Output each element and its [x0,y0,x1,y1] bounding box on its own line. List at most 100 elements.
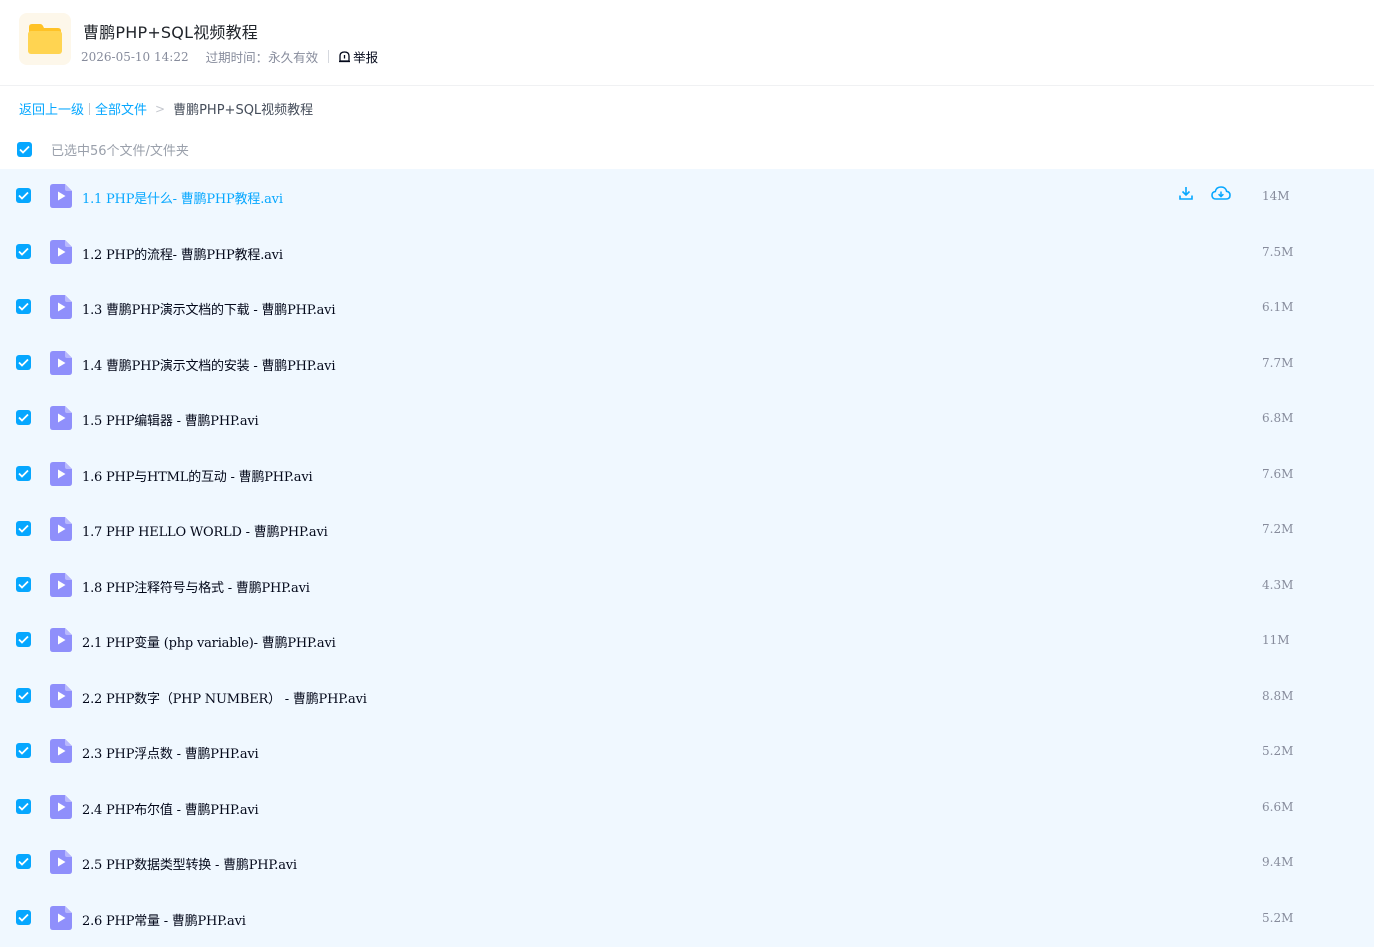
breadcrumb-back-link[interactable]: 返回上一级 [19,99,84,118]
file-name[interactable]: 1.2 PHP的流程- 曹鹏PHP教程.avi [82,244,283,263]
file-size: 7.2M [1262,522,1294,536]
video-file-icon [50,906,72,930]
file-name[interactable]: 2.3 PHP浮点数 - 曹鹏PHP.avi [82,743,259,762]
file-size: 14M [1262,189,1290,203]
file-row[interactable]: 1.5 PHP编辑器 - 曹鹏PHP.avi 6.8M [0,391,1374,446]
breadcrumb-current: 曹鹏PHP+SQL视频教程 [173,103,314,118]
file-row[interactable]: 1.6 PHP与HTML的互动 - 曹鹏PHP.avi 7.6M [0,447,1374,502]
file-checkbox[interactable] [16,577,31,592]
checkmark-icon [18,358,29,367]
file-name[interactable]: 2.4 PHP布尔值 - 曹鹏PHP.avi [82,799,259,818]
file-row[interactable]: 1.8 PHP注释符号与格式 - 曹鹏PHP.avi 4.3M [0,558,1374,613]
video-file-icon [50,517,72,541]
video-file-icon [50,684,72,708]
checkmark-icon [18,413,29,422]
video-file-icon [50,795,72,819]
file-name[interactable]: 1.3 曹鹏PHP演示文档的下载 - 曹鹏PHP.avi [82,299,335,318]
breadcrumb-chevron-icon: > [155,101,166,116]
download-icon[interactable] [1178,185,1194,205]
file-name[interactable]: 1.1 PHP是什么- 曹鹏PHP教程.avi [82,188,283,207]
file-checkbox[interactable] [16,743,31,758]
checkmark-icon [18,746,29,755]
folder-icon [19,13,71,65]
file-checkbox[interactable] [16,854,31,869]
file-checkbox[interactable] [16,799,31,814]
file-row[interactable]: 2.1 PHP变量 (php variable)- 曹鹏PHP.avi 11M [0,613,1374,668]
video-file-icon [50,184,72,208]
file-checkbox[interactable] [16,688,31,703]
share-header: 曹鹏PHP+SQL视频教程 2026-05-10 14:22 过期时间：永久有效… [0,0,1374,86]
report-icon [339,51,351,63]
file-name[interactable]: 1.4 曹鹏PHP演示文档的安装 - 曹鹏PHP.avi [82,355,335,374]
file-row[interactable]: 1.1 PHP是什么- 曹鹏PHP教程.avi 14M [0,169,1374,224]
checkmark-icon [18,635,29,644]
report-button[interactable]: 举报 [338,47,378,66]
selection-count: 已选中56个文件/文件夹 [51,144,189,159]
share-date: 2026-05-10 14:22 [81,49,189,64]
file-row[interactable]: 1.7 PHP HELLO WORLD - 曹鹏PHP.avi 7.2M [0,502,1374,557]
file-size: 5.2M [1262,911,1294,925]
file-name[interactable]: 2.2 PHP数字（PHP NUMBER） - 曹鹏PHP.avi [82,688,367,707]
checkmark-icon [18,913,29,922]
file-checkbox[interactable] [16,355,31,370]
file-size: 7.5M [1262,245,1294,259]
file-checkbox[interactable] [16,466,31,481]
file-size: 6.6M [1262,800,1294,814]
file-checkbox[interactable] [16,244,31,259]
file-checkbox[interactable] [16,632,31,647]
breadcrumb-all-files-link[interactable]: 全部文件 [95,99,147,118]
checkmark-icon [18,691,29,700]
file-name[interactable]: 2.1 PHP变量 (php variable)- 曹鹏PHP.avi [82,632,336,651]
file-checkbox[interactable] [16,299,31,314]
file-size: 4.3M [1262,578,1294,592]
video-file-icon [50,462,72,486]
file-checkbox[interactable] [16,521,31,536]
select-all-bar: 已选中56个文件/文件夹 [17,140,189,159]
file-size: 8.8M [1262,689,1294,703]
expire-time: 过期时间：永久有效 [205,50,319,65]
video-file-icon [50,406,72,430]
file-size: 7.6M [1262,467,1294,481]
file-checkbox[interactable] [16,188,31,203]
checkmark-icon [18,191,29,200]
breadcrumb: 返回上一级 全部文件 > 曹鹏PHP+SQL视频教程 [19,99,314,119]
video-file-icon [50,850,72,874]
file-size: 6.1M [1262,300,1294,314]
breadcrumb-divider [89,102,91,115]
file-checkbox[interactable] [16,410,31,425]
checkmark-icon [18,857,29,866]
file-name[interactable]: 1.8 PHP注释符号与格式 - 曹鹏PHP.avi [82,577,310,596]
file-row[interactable]: 1.3 曹鹏PHP演示文档的下载 - 曹鹏PHP.avi 6.1M [0,280,1374,335]
file-size: 9.4M [1262,855,1294,869]
checkmark-icon [18,580,29,589]
file-row[interactable]: 2.3 PHP浮点数 - 曹鹏PHP.avi 5.2M [0,724,1374,779]
video-file-icon [50,295,72,319]
file-name[interactable]: 2.6 PHP常量 - 曹鹏PHP.avi [82,910,246,929]
file-size: 11M [1262,633,1290,647]
select-all-checkbox[interactable] [17,142,32,157]
file-row[interactable]: 2.2 PHP数字（PHP NUMBER） - 曹鹏PHP.avi 8.8M [0,669,1374,724]
video-file-icon [50,351,72,375]
file-name[interactable]: 2.5 PHP数据类型转换 - 曹鹏PHP.avi [82,854,297,873]
file-size: 5.2M [1262,744,1294,758]
file-row[interactable]: 1.2 PHP的流程- 曹鹏PHP教程.avi 7.5M [0,225,1374,280]
video-file-icon [50,739,72,763]
checkmark-icon [18,302,29,311]
checkmark-icon [18,802,29,811]
file-name[interactable]: 1.5 PHP编辑器 - 曹鹏PHP.avi [82,410,259,429]
file-name[interactable]: 1.6 PHP与HTML的互动 - 曹鹏PHP.avi [82,466,313,485]
share-meta: 2026-05-10 14:22 过期时间：永久有效 举报 [81,47,378,66]
file-row[interactable]: 2.5 PHP数据类型转换 - 曹鹏PHP.avi 9.4M [0,835,1374,890]
file-row[interactable]: 1.4 曹鹏PHP演示文档的安装 - 曹鹏PHP.avi 7.7M [0,336,1374,391]
file-checkbox[interactable] [16,910,31,925]
file-row[interactable]: 2.4 PHP布尔值 - 曹鹏PHP.avi 6.6M [0,780,1374,835]
checkmark-icon [18,247,29,256]
file-list: 1.1 PHP是什么- 曹鹏PHP教程.avi 14M 1.2 PHP的流程- 曹鹏… [0,169,1374,947]
file-row[interactable]: 2.6 PHP常量 - 曹鹏PHP.avi 5.2M [0,891,1374,946]
file-size: 6.8M [1262,411,1294,425]
cloud-save-icon[interactable] [1211,185,1231,205]
video-file-icon [50,628,72,652]
file-name[interactable]: 1.7 PHP HELLO WORLD - 曹鹏PHP.avi [82,521,328,540]
share-title: 曹鹏PHP+SQL视频教程 [83,23,258,42]
video-file-icon [50,240,72,264]
